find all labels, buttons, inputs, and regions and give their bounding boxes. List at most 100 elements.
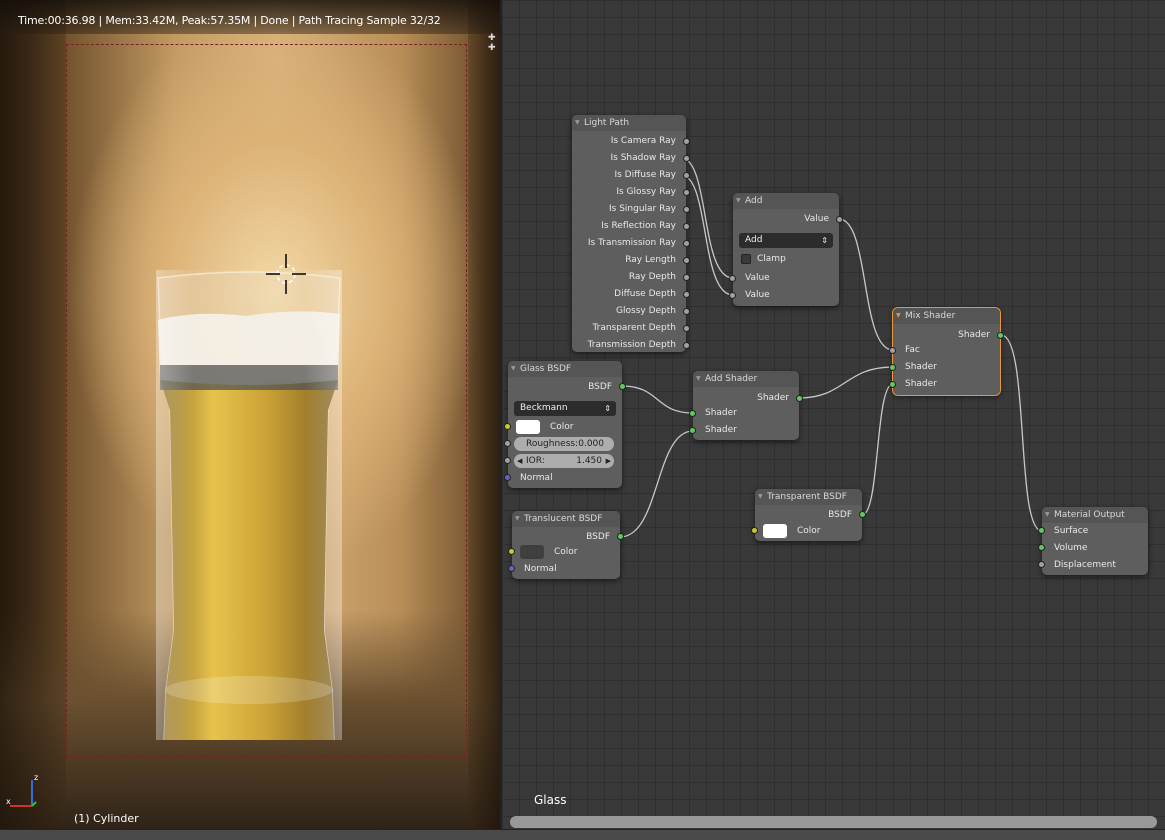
- output-ray-depth: Ray Depth: [628, 272, 676, 282]
- socket-out-singular[interactable]: [683, 206, 690, 213]
- output-is-camera-ray: Is Camera Ray: [610, 136, 676, 146]
- socket-mix-fac[interactable]: [889, 347, 896, 354]
- glass-color-label: Color: [550, 422, 574, 432]
- node-material-output[interactable]: Material Output Surface Volume Displacem…: [1038, 507, 1148, 575]
- socket-addshader-in2[interactable]: [689, 427, 696, 434]
- socket-mix-out[interactable]: [997, 332, 1004, 339]
- render-status-bar: Time:00:36.98 | Mem:33.42M, Peak:57.35M …: [0, 0, 500, 34]
- socket-out-shadow[interactable]: [683, 155, 690, 162]
- socket-out-ray-depth[interactable]: [683, 274, 690, 281]
- node-material-output-title: Material Output: [1042, 507, 1148, 523]
- node-add-title: Add: [733, 193, 839, 209]
- active-object-name: (1) Cylinder: [74, 812, 139, 825]
- socket-output-volume[interactable]: [1038, 544, 1045, 551]
- output-glossy-depth: Glossy Depth: [616, 306, 676, 316]
- socket-out-glossy[interactable]: [683, 189, 690, 196]
- camera-frame-border: [66, 44, 467, 757]
- socket-out-diffuse-depth[interactable]: [683, 291, 690, 298]
- axis-z-label: z: [34, 773, 38, 782]
- socket-out-transmission[interactable]: [683, 240, 690, 247]
- output-transmission-depth: Transmission Depth: [587, 340, 676, 350]
- mix-shader1-label: Shader: [905, 362, 937, 372]
- ior-value: 1.450: [576, 456, 602, 466]
- output-is-singular-ray: Is Singular Ray: [608, 204, 676, 214]
- node-mix-shader[interactable]: Mix Shader Shader Fac Shader Shader: [889, 307, 1004, 396]
- output-is-reflection-ray: Is Reflection Ray: [601, 221, 676, 231]
- vignette-left: [0, 0, 66, 839]
- clamp-checkbox[interactable]: [741, 254, 751, 264]
- socket-out-transparent-depth[interactable]: [683, 325, 690, 332]
- node-light-path[interactable]: Light Path Is Camera Ray Is Shadow Ray I…: [572, 115, 690, 352]
- node-translucent-bsdf[interactable]: Translucent BSDF BSDF Color Normal: [508, 511, 624, 579]
- mix-shader2-label: Shader: [905, 379, 937, 389]
- ior-label: IOR:: [526, 456, 545, 466]
- glass-output-label: BSDF: [588, 382, 612, 392]
- node-glass-bsdf[interactable]: Glass BSDF BSDF Beckmann Color Roughness…: [504, 361, 626, 488]
- output-transparent-depth: Transparent Depth: [592, 323, 676, 333]
- socket-out-camera[interactable]: [683, 138, 690, 145]
- axis-gizmo-icon: z x: [6, 773, 38, 807]
- socket-glass-roughness[interactable]: [504, 440, 511, 447]
- socket-out-transmission-depth[interactable]: [683, 342, 690, 349]
- glass-distribution-dropdown[interactable]: Beckmann: [514, 401, 616, 416]
- socket-glass-normal[interactable]: [504, 474, 511, 481]
- glass-ior-field[interactable]: ◀ IOR: 1.450 ▶: [514, 454, 614, 468]
- render-viewport[interactable]: Time:00:36.98 | Mem:33.42M, Peak:57.35M …: [0, 0, 500, 839]
- socket-translucent-out[interactable]: [617, 533, 624, 540]
- material-name-label: Glass: [534, 793, 567, 807]
- roughness-label: Roughness:: [526, 439, 579, 449]
- header-strip[interactable]: [0, 829, 1165, 840]
- glass-color-swatch[interactable]: [516, 420, 540, 434]
- glass-roughness-field[interactable]: Roughness: 0.000: [514, 437, 614, 451]
- socket-addshader-out[interactable]: [796, 395, 803, 402]
- addshader-input2-label: Shader: [705, 425, 737, 435]
- add-input2-label: Value: [745, 290, 770, 300]
- node-transparent-bsdf-title: Transparent BSDF: [755, 489, 862, 505]
- output-diffuse-depth: Diffuse Depth: [614, 289, 676, 299]
- translucent-color-swatch[interactable]: [520, 545, 544, 559]
- output-is-diffuse-ray: Is Diffuse Ray: [614, 170, 676, 180]
- socket-add-in2[interactable]: [729, 292, 736, 299]
- node-mix-shader-title: Mix Shader: [893, 308, 1000, 324]
- socket-out-ray-length[interactable]: [683, 257, 690, 264]
- socket-addshader-in1[interactable]: [689, 410, 696, 417]
- socket-translucent-normal[interactable]: [508, 565, 515, 572]
- socket-mix-shader1[interactable]: [889, 364, 896, 371]
- ior-decrement-icon[interactable]: ◀: [517, 454, 522, 468]
- output-is-glossy-ray: Is Glossy Ray: [616, 187, 676, 197]
- socket-transparent-color[interactable]: [751, 527, 758, 534]
- socket-out-diffuse[interactable]: [683, 172, 690, 179]
- socket-output-displacement[interactable]: [1038, 561, 1045, 568]
- output-is-shadow-ray: Is Shadow Ray: [610, 153, 676, 163]
- socket-mix-shader2[interactable]: [889, 381, 896, 388]
- add-output-label: Value: [804, 214, 829, 224]
- socket-add-out[interactable]: [836, 216, 843, 223]
- area-split-widget[interactable]: ✚ ✚: [488, 33, 500, 53]
- ior-increment-icon[interactable]: ▶: [606, 454, 611, 468]
- socket-output-surface[interactable]: [1038, 527, 1045, 534]
- socket-translucent-color[interactable]: [508, 548, 515, 555]
- add-operation-dropdown[interactable]: Add: [739, 233, 833, 248]
- horizontal-scrollbar[interactable]: [510, 816, 1157, 828]
- node-add-shader-title: Add Shader: [693, 371, 799, 387]
- transparent-color-swatch[interactable]: [763, 524, 787, 538]
- output-is-transmission-ray: Is Transmission Ray: [587, 238, 676, 248]
- socket-add-in1[interactable]: [729, 275, 736, 282]
- node-add[interactable]: Add Value Add Clamp Value Value: [729, 193, 843, 306]
- transparent-output-label: BSDF: [828, 510, 852, 520]
- translucent-normal-label: Normal: [524, 564, 557, 574]
- socket-glass-ior[interactable]: [504, 457, 511, 464]
- mix-output-label: Shader: [958, 330, 990, 340]
- node-add-shader[interactable]: Add Shader Shader Shader Shader: [689, 371, 803, 440]
- socket-out-reflection[interactable]: [683, 223, 690, 230]
- node-light-path-title: Light Path: [572, 115, 686, 131]
- socket-transparent-out[interactable]: [859, 511, 866, 518]
- socket-glass-color[interactable]: [504, 423, 511, 430]
- addshader-output-label: Shader: [757, 393, 789, 403]
- socket-out-glossy-depth[interactable]: [683, 308, 690, 315]
- add-input1-label: Value: [745, 273, 770, 283]
- render-status-text: Time:00:36.98 | Mem:33.42M, Peak:57.35M …: [18, 14, 441, 27]
- node-transparent-bsdf[interactable]: Transparent BSDF BSDF Color: [751, 489, 866, 541]
- socket-glass-out[interactable]: [619, 383, 626, 390]
- output-volume-label: Volume: [1054, 543, 1088, 553]
